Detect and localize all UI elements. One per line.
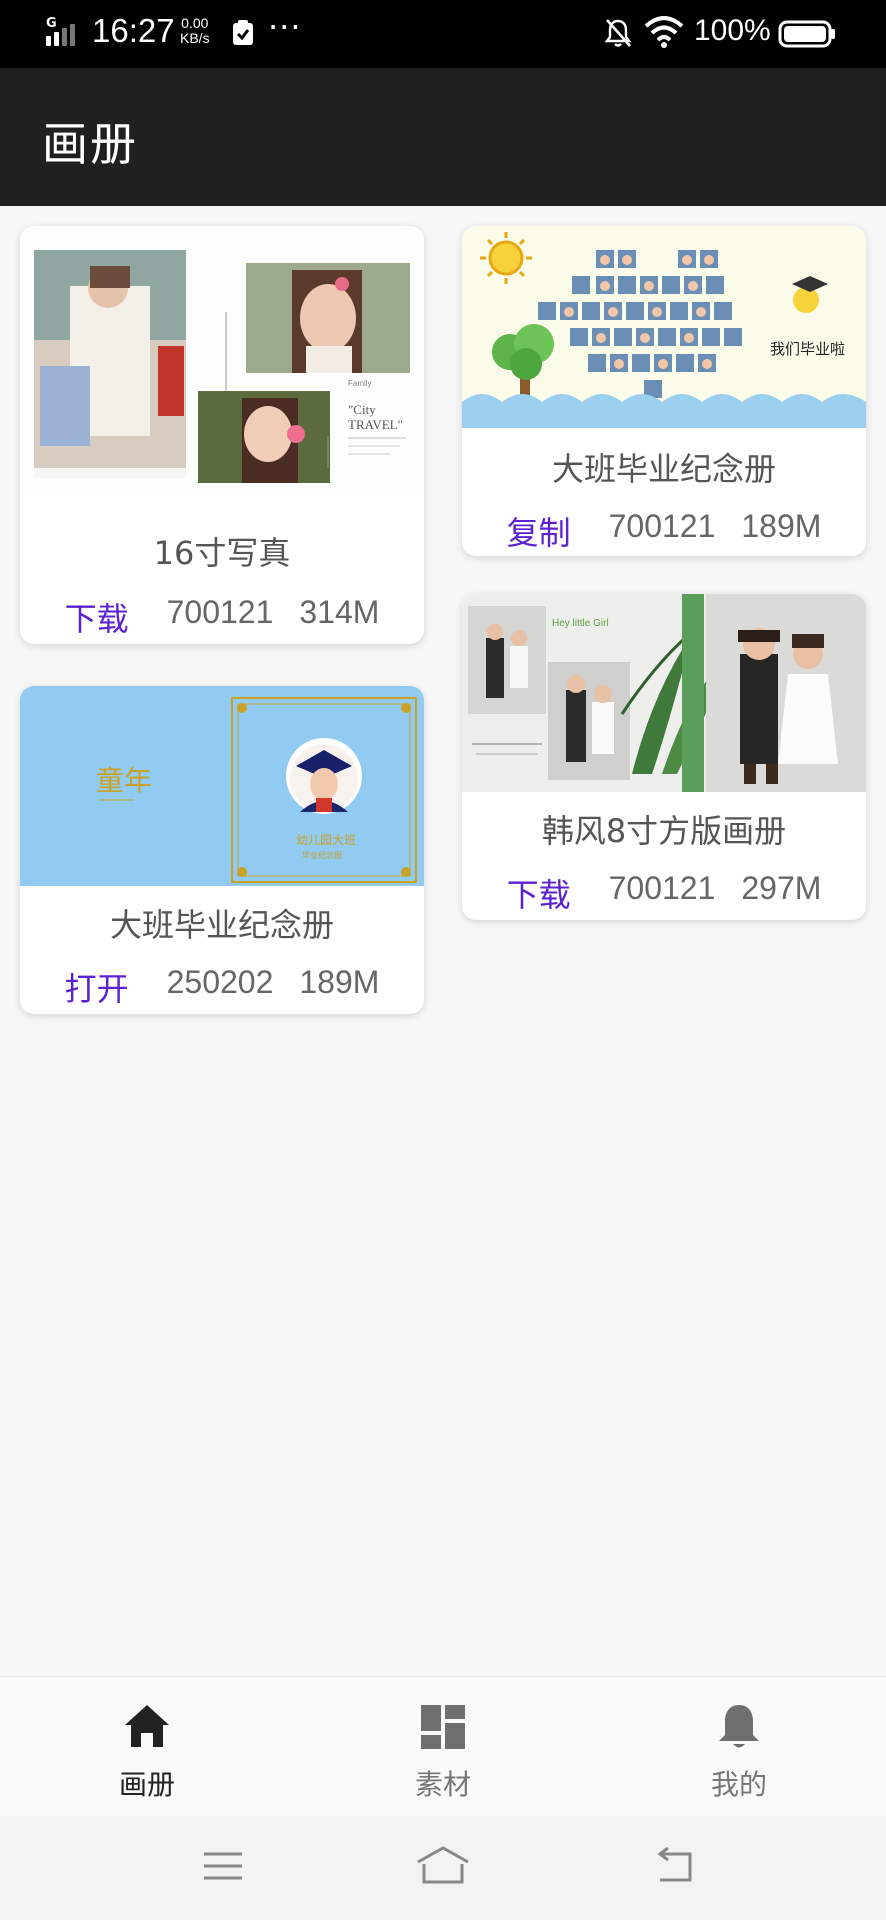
album-size: 314M <box>299 594 380 630</box>
album-meta: 复制 700121 189M <box>462 508 866 554</box>
status-bar: G 16:27 0.00 KB/s ··· 100% <box>0 0 886 68</box>
album-cover-image: Family "City TRAVEL" <box>20 226 424 496</box>
open-button[interactable]: 打开 <box>65 964 129 1010</box>
album-title: 大班毕业纪念册 <box>109 906 334 944</box>
cover-korean-text: Hey little Girl <box>552 618 609 629</box>
network-type: G <box>46 16 57 31</box>
album-title: 大班毕业纪念册 <box>551 450 776 488</box>
cover-sub-text: 毕业纪念册 <box>302 850 342 860</box>
home-button-icon[interactable] <box>414 1844 472 1888</box>
nav-label: 我的 <box>710 1768 767 1801</box>
network-speed: 0.00 KB/s <box>180 16 210 46</box>
battery-percent: 100% <box>694 14 771 47</box>
system-nav-bar <box>0 1816 886 1920</box>
app-bar: 画册 <box>0 68 886 206</box>
album-card-4[interactable]: Hey little Girl 韩风8寸方版画册 下载 700121 297M <box>462 594 866 920</box>
speed-value: 0.00 <box>181 15 209 31</box>
album-card-2[interactable]: 我们毕业啦 大班毕业纪念册 复制 700121 189M <box>462 226 866 556</box>
screen: G 16:27 0.00 KB/s ··· 100% 画册 Family "Ci… <box>0 0 886 1920</box>
album-card-1[interactable]: Family "City TRAVEL" 16寸写真 下载 700121 314… <box>20 226 424 644</box>
menu-icon[interactable] <box>198 1844 248 1888</box>
cover-grad-text: 我们毕业啦 <box>770 340 845 358</box>
album-code: 700121 <box>608 870 716 906</box>
album-meta: 打开 250202 189M <box>20 964 424 1010</box>
download-button[interactable]: 下载 <box>65 594 129 640</box>
speed-unit: KB/s <box>180 30 210 46</box>
album-card-3[interactable]: 童年 幼儿园大班 毕业纪念册 大班毕业纪念册 打开 250202 189M <box>20 686 424 1014</box>
nav-item-materials[interactable]: 素材 <box>343 1677 543 1817</box>
bottom-nav: 画册 素材 我的 <box>0 1676 886 1817</box>
album-cover-image: 童年 幼儿园大班 毕业纪念册 <box>20 686 424 886</box>
page-title: 画册 <box>42 117 138 171</box>
album-meta: 下载 700121 297M <box>462 870 866 916</box>
cover-text-city: "City <box>348 402 376 417</box>
cover-childhood-text: 童年 <box>96 764 152 797</box>
cover-badge-text: 幼儿园大班 <box>296 833 356 847</box>
nav-item-mine[interactable]: 我的 <box>639 1677 839 1817</box>
bell-icon <box>719 1705 759 1748</box>
album-title: 韩风8寸方版画册 <box>541 812 787 850</box>
album-size: 189M <box>299 964 380 1000</box>
album-cover-image: Hey little Girl <box>462 594 866 792</box>
album-code: 700121 <box>608 508 716 544</box>
home-icon <box>125 1705 169 1747</box>
bell-off-icon <box>604 19 632 47</box>
album-meta: 下载 700121 314M <box>20 594 424 640</box>
dashboard-icon <box>421 1705 465 1749</box>
more-icon: ··· <box>268 8 302 46</box>
album-code: 250202 <box>166 964 274 1000</box>
cover-text-travel: TRAVEL" <box>348 417 403 432</box>
nav-item-albums[interactable]: 画册 <box>47 1677 247 1817</box>
copy-button[interactable]: 复制 <box>507 508 571 554</box>
album-title: 16寸写真 <box>153 534 291 572</box>
battery-icon <box>778 20 835 48</box>
clock: 16:27 <box>92 12 175 49</box>
nav-label: 画册 <box>118 1768 175 1801</box>
album-code: 700121 <box>166 594 274 630</box>
clipboard-check-icon <box>233 20 253 45</box>
album-cover-image: 我们毕业啦 <box>462 226 866 428</box>
download-button[interactable]: 下载 <box>507 870 571 916</box>
album-size: 297M <box>741 870 822 906</box>
album-size: 189M <box>741 508 822 544</box>
back-icon[interactable] <box>650 1844 700 1888</box>
cover-text-family: Family <box>348 379 372 388</box>
nav-label: 素材 <box>414 1768 471 1801</box>
wifi-icon <box>644 16 684 48</box>
signal-icon: G <box>46 16 86 48</box>
